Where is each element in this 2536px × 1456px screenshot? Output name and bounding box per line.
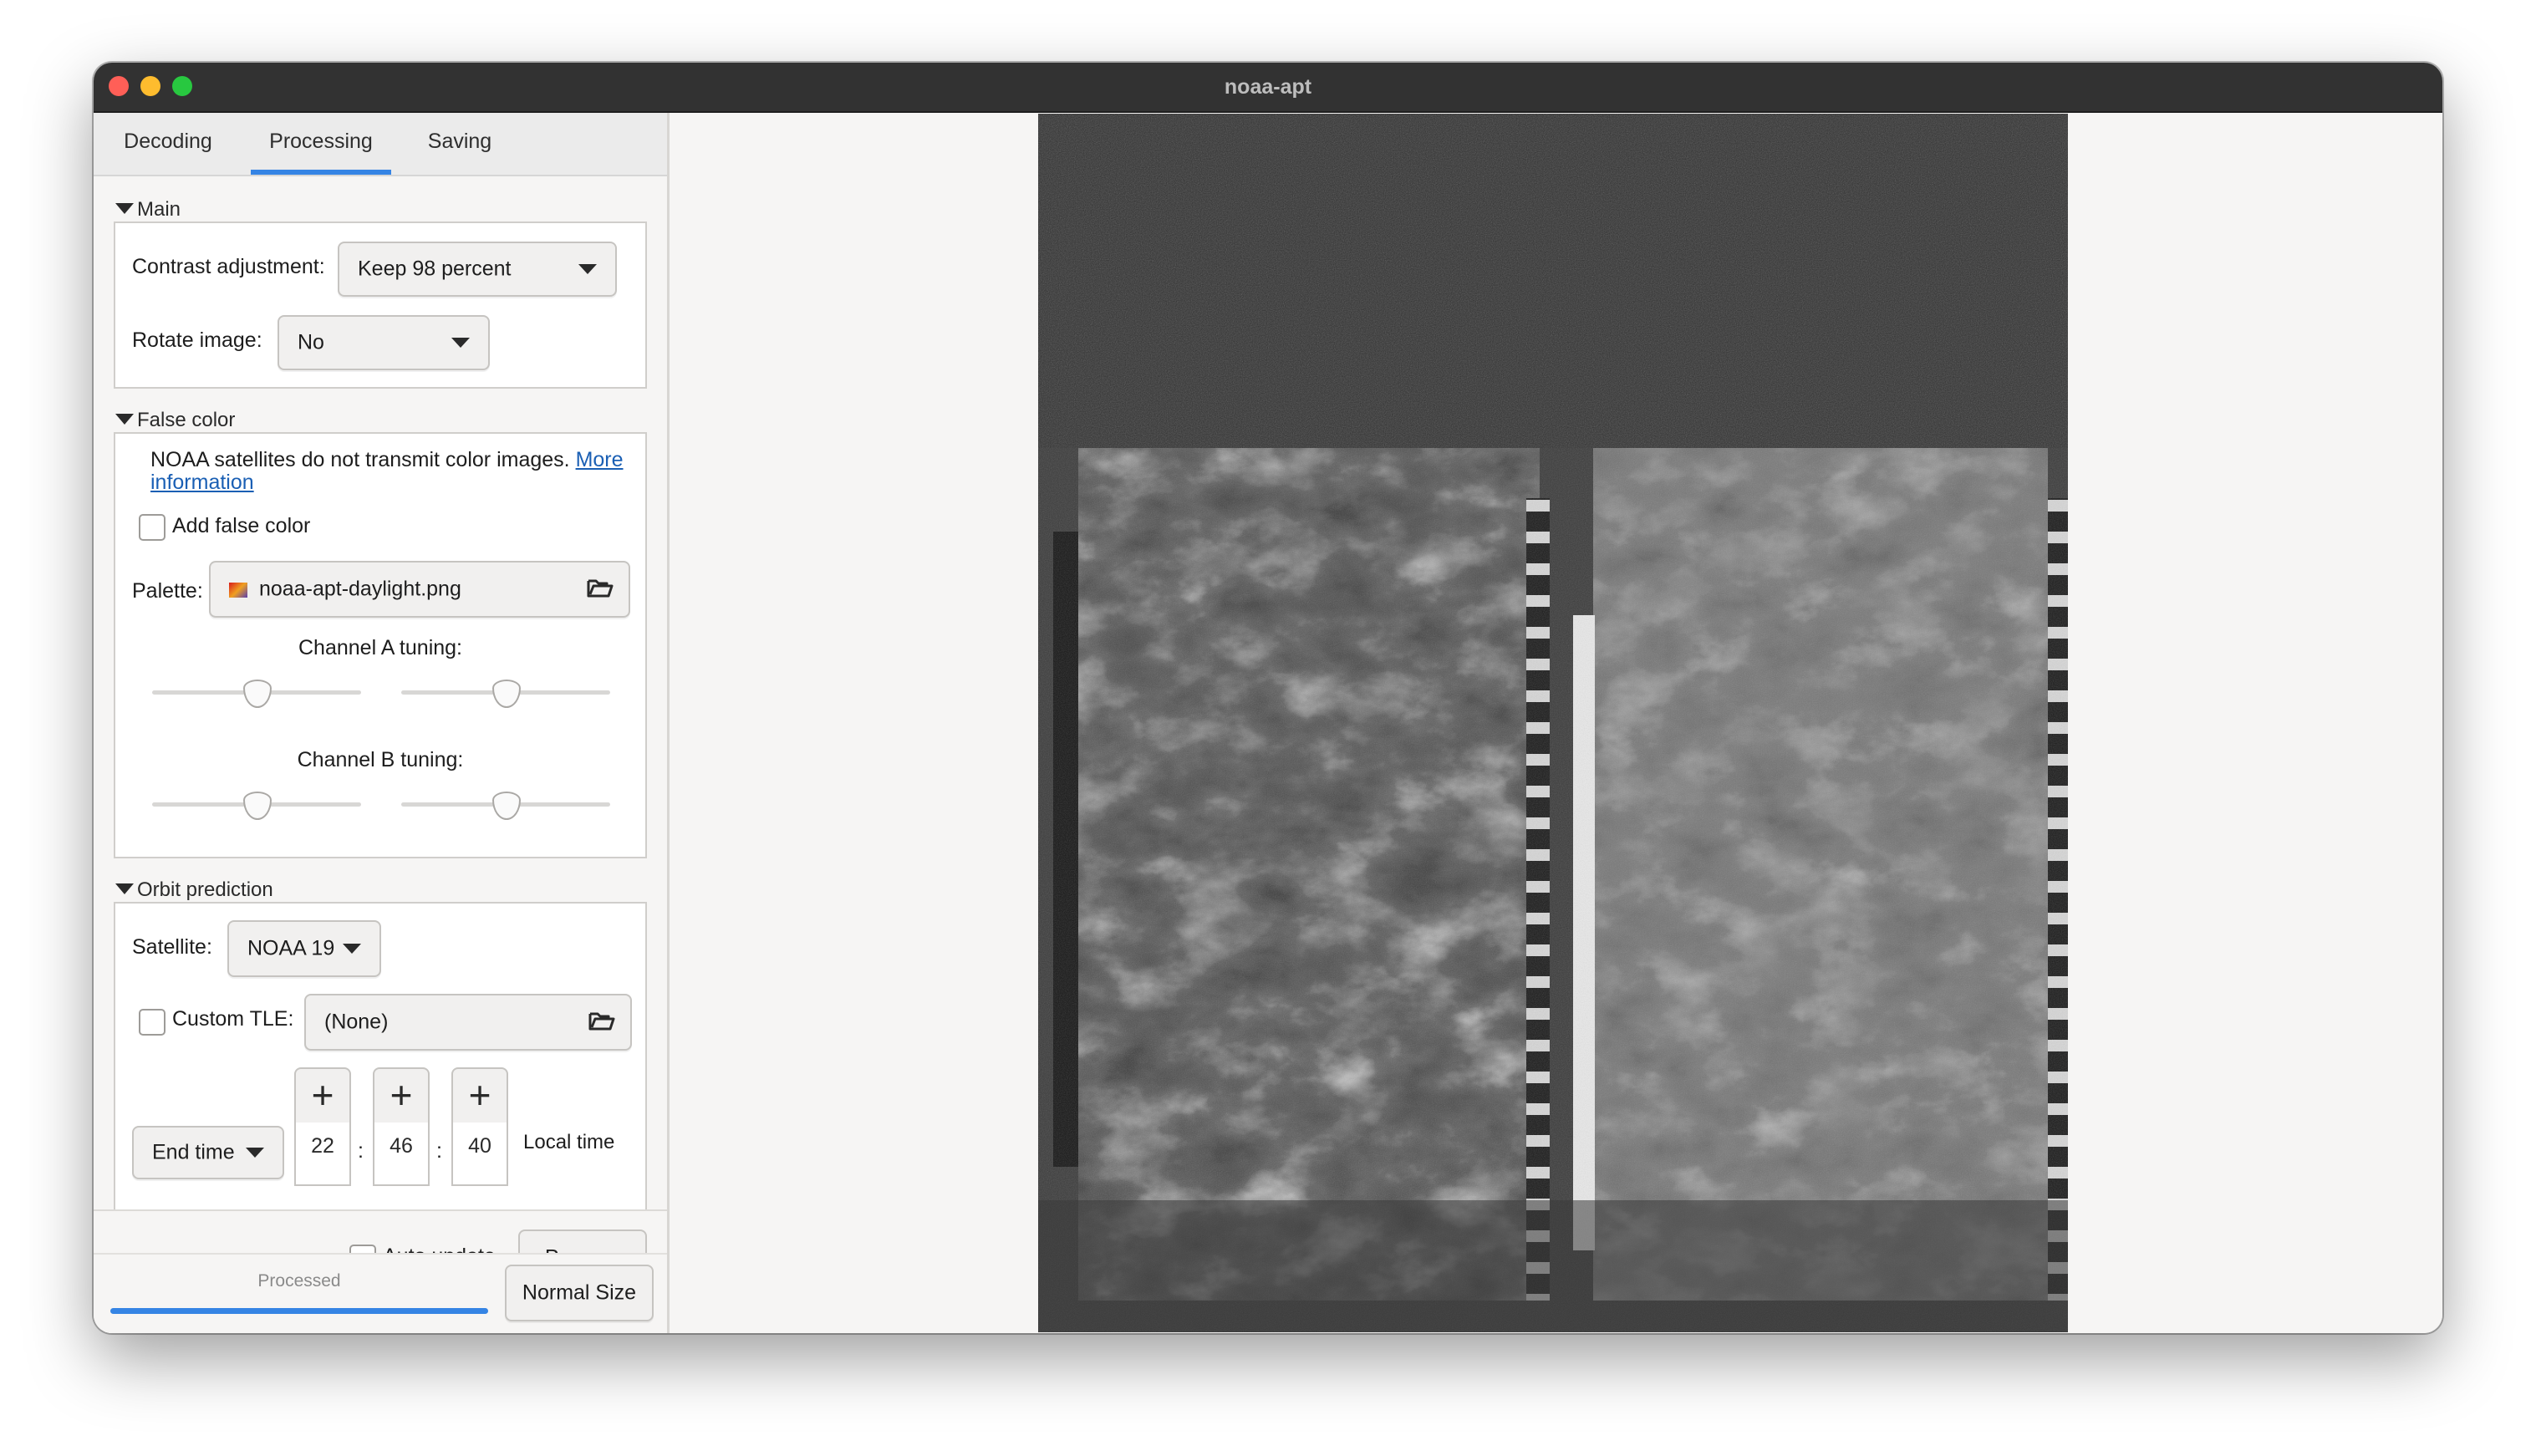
title-bar[interactable]: noaa-apt <box>94 63 2442 113</box>
more-information-link[interactable]: More <box>576 448 624 471</box>
rotate-label: Rotate image: <box>132 328 262 352</box>
channel-a-label: Channel A tuning: <box>298 636 462 659</box>
custom-tle-file-button[interactable]: (None) <box>304 994 632 1051</box>
false-color-frame: NOAA satellites do not transmit color im… <box>114 432 647 858</box>
expander-arrow-icon <box>115 883 134 894</box>
status-text: Processed <box>257 1271 341 1291</box>
minute-plus-button[interactable]: + <box>373 1067 430 1126</box>
second-plus-button[interactable]: + <box>451 1067 508 1126</box>
hour-plus-button[interactable]: + <box>294 1067 351 1126</box>
plus-icon: + <box>468 1073 491 1117</box>
main-expander[interactable]: Main <box>115 198 181 221</box>
orbit-header: Orbit prediction <box>137 878 273 901</box>
contrast-value: Keep 98 percent <box>358 257 512 281</box>
false-color-notice: NOAA satellites do not transmit color im… <box>150 449 635 494</box>
add-false-color-label: Add false color <box>172 514 311 537</box>
second-field[interactable]: 40 <box>451 1123 508 1186</box>
channel-a-slider-1[interactable] <box>152 680 361 708</box>
tab-saving[interactable]: Saving <box>418 113 502 175</box>
main-header: Main <box>137 198 181 221</box>
hour-field[interactable]: 22 <box>294 1123 351 1186</box>
palette-file-button[interactable]: noaa-apt-daylight.png <box>209 561 630 618</box>
status-bar: Processed Normal Size <box>94 1253 667 1333</box>
slider-knob[interactable] <box>492 792 521 820</box>
rotate-dropdown[interactable]: No <box>278 315 490 370</box>
window-title: noaa-apt <box>1224 75 1312 99</box>
sidebar: Decoding Processing Saving Main Contrast… <box>94 113 670 1333</box>
expander-arrow-icon <box>115 414 134 425</box>
timezone-label: Local time <box>523 1131 615 1153</box>
folder-open-icon <box>588 1012 615 1031</box>
notice-text: NOAA satellites do not transmit color im… <box>150 448 570 471</box>
app-window: noaa-apt Decoding Processing Saving Main… <box>94 63 2442 1333</box>
false-color-expander[interactable]: False color <box>115 409 235 432</box>
processing-panel[interactable]: Main Contrast adjustment: Keep 98 percen… <box>94 176 667 1209</box>
time-separator: : <box>436 1139 442 1163</box>
normal-size-label: Normal Size <box>522 1280 637 1305</box>
rotate-value: No <box>298 330 324 354</box>
false-color-header: False color <box>137 409 236 431</box>
satellite-dropdown[interactable]: NOAA 19 <box>227 920 381 977</box>
contrast-label: Contrast adjustment: <box>132 255 325 278</box>
custom-tle-checkbox[interactable] <box>139 1009 166 1036</box>
expander-arrow-icon <box>115 203 134 214</box>
tab-processing[interactable]: Processing <box>251 113 391 175</box>
normal-size-button[interactable]: Normal Size <box>505 1265 654 1321</box>
palette-value: noaa-apt-daylight.png <box>259 577 461 601</box>
minute-field[interactable]: 46 <box>373 1123 430 1186</box>
custom-tle-label: Custom TLE: <box>172 1007 294 1031</box>
gradient-swatch-icon <box>229 583 247 598</box>
more-information-link-cont[interactable]: information <box>150 471 254 494</box>
add-false-color-checkbox[interactable] <box>139 514 166 541</box>
satellite-value: NOAA 19 <box>247 936 335 960</box>
tab-bar: Decoding Processing Saving <box>94 113 667 176</box>
time-mode-value: End time <box>152 1140 235 1164</box>
main-frame: Contrast adjustment: Keep 98 percent Rot… <box>114 221 647 389</box>
time-mode-dropdown[interactable]: End time <box>132 1126 284 1179</box>
plus-icon: + <box>390 1073 413 1117</box>
palette-label: Palette: <box>132 579 203 603</box>
custom-tle-value: (None) <box>324 1010 389 1034</box>
channel-b-label: Channel B tuning: <box>297 748 464 771</box>
chevron-down-icon <box>578 264 597 274</box>
slider-knob[interactable] <box>243 792 272 820</box>
time-separator: : <box>358 1139 364 1163</box>
progress-fill <box>110 1308 488 1314</box>
folder-open-icon <box>587 579 614 598</box>
chevron-down-icon <box>246 1148 264 1158</box>
slider-knob[interactable] <box>492 680 521 708</box>
progress-bar <box>110 1308 488 1314</box>
plus-icon: + <box>311 1073 334 1117</box>
channel-b-slider-1[interactable] <box>152 792 361 820</box>
slider-knob[interactable] <box>243 680 272 708</box>
orbit-expander[interactable]: Orbit prediction <box>115 878 273 902</box>
contrast-dropdown[interactable]: Keep 98 percent <box>338 242 617 297</box>
satellite-image <box>1038 114 2068 1332</box>
orbit-frame: Satellite: NOAA 19 Custom TLE: (None) En… <box>114 902 647 1209</box>
satellite-label: Satellite: <box>132 935 212 959</box>
chevron-down-icon <box>343 944 361 954</box>
chevron-down-icon <box>451 338 470 348</box>
image-viewer[interactable] <box>670 113 2442 1333</box>
channel-a-slider-2[interactable] <box>401 680 610 708</box>
channel-b-slider-2[interactable] <box>401 792 610 820</box>
apt-image-graphic <box>1038 114 2068 1332</box>
tab-decoding[interactable]: Decoding <box>115 113 221 175</box>
